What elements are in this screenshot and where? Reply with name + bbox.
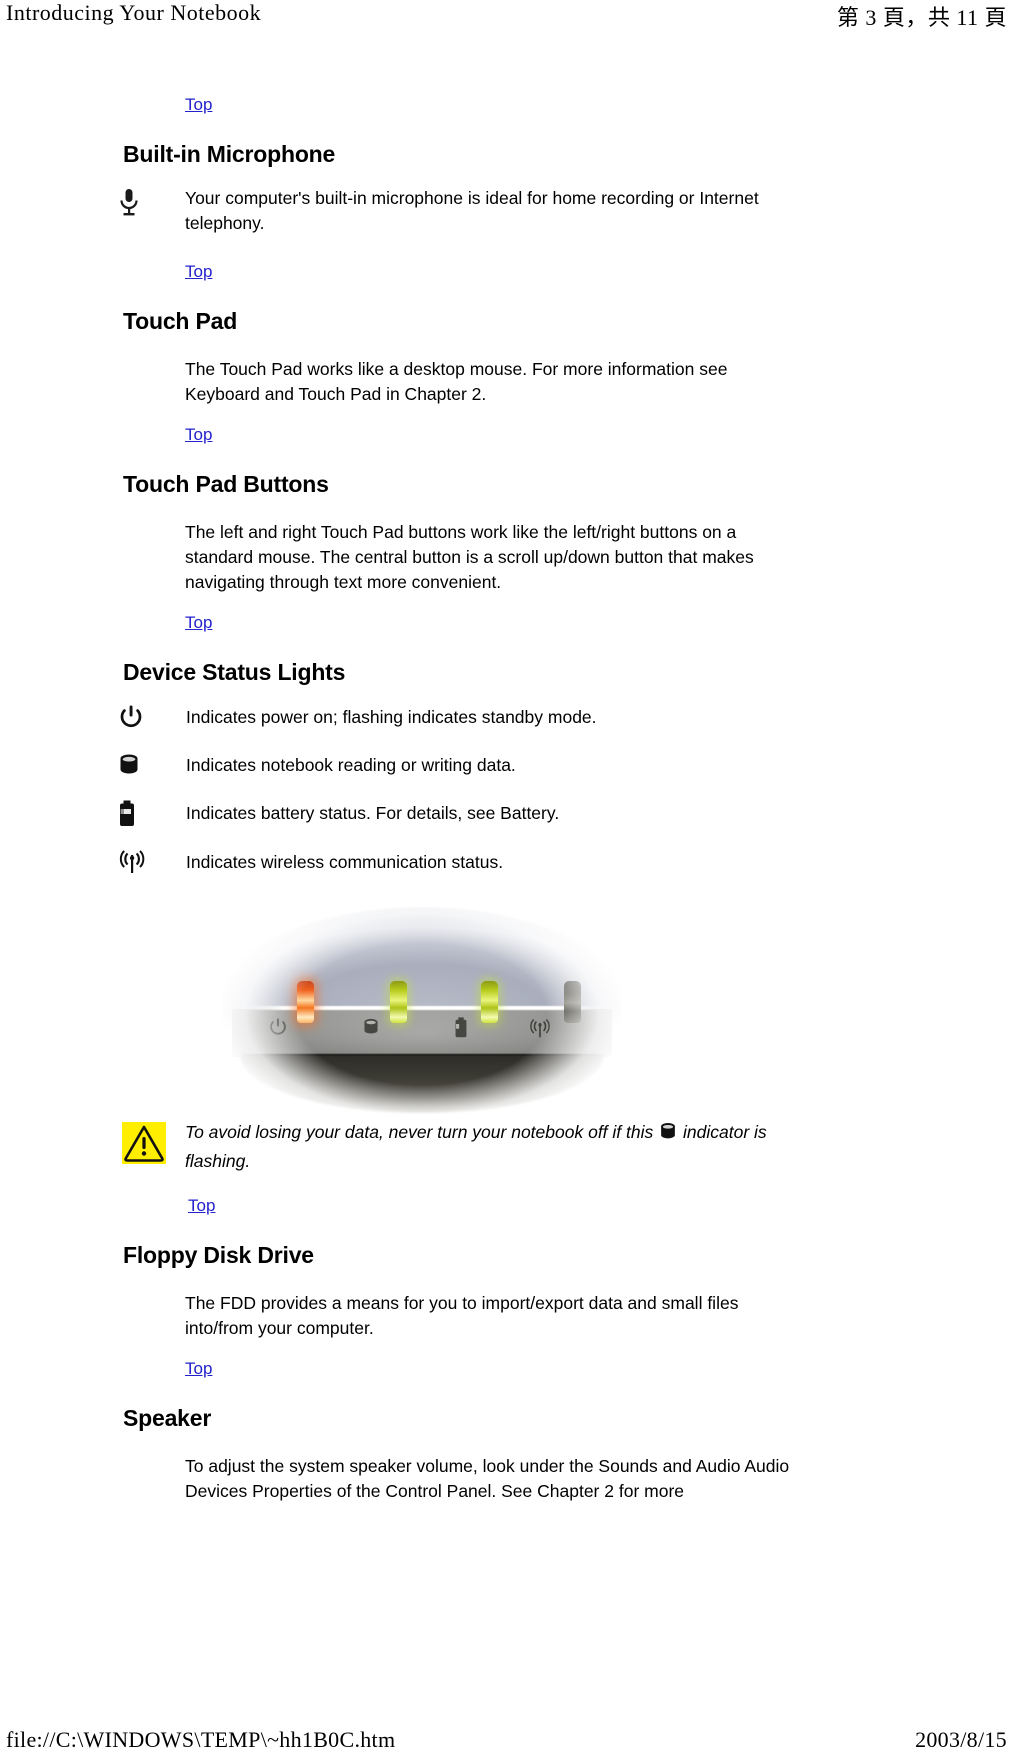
section-heading-floppy-disk-drive: Floppy Disk Drive <box>123 1242 314 1268</box>
hdd-led <box>390 981 407 1023</box>
status-light-row-hdd: Indicates notebook reading or writing da… <box>0 752 1013 778</box>
top-link-row: Top <box>0 95 1013 123</box>
laptop-top-surface <box>222 905 622 1009</box>
section-heading-device-status-lights: Device Status Lights <box>123 659 346 685</box>
top-link[interactable]: Top <box>185 95 212 114</box>
panel-battery-glyph-icon <box>454 1017 468 1043</box>
top-link[interactable]: Top <box>185 425 212 444</box>
page-header-page-info: 第 3 頁，共 11 頁 <box>836 5 1007 30</box>
section-heading-built-in-microphone: Built-in Microphone <box>123 141 336 167</box>
status-lights-figure <box>0 905 1013 1120</box>
hard-disk-icon <box>118 752 186 778</box>
hard-disk-icon <box>659 1121 677 1149</box>
status-light-row-battery: Indicates battery status. For details, s… <box>0 800 1013 827</box>
warning-icon <box>122 1120 185 1164</box>
section-heading-touch-pad-buttons: Touch Pad Buttons <box>123 471 329 497</box>
warning-note-text-before: To avoid losing your data, never turn yo… <box>185 1122 654 1142</box>
status-light-row-wireless: Indicates wireless communication status. <box>0 849 1013 875</box>
top-link[interactable]: Top <box>185 1359 212 1378</box>
speaker-description: To adjust the system speaker volume, loo… <box>185 1456 790 1501</box>
touch-pad-buttons-description: The left and right Touch Pad buttons wor… <box>185 522 754 592</box>
panel-wireless-glyph-icon <box>527 1017 553 1044</box>
panel-power-glyph-icon <box>268 1017 288 1042</box>
status-light-row-power: Indicates power on; flashing indicates s… <box>0 704 1013 730</box>
page-footer: file://C:\WINDOWS\TEMP\~hh1B0C.htm 2003/… <box>0 1720 1013 1760</box>
panel-highlight-line <box>240 1006 604 1010</box>
status-light-battery-text: Indicates battery status. For details, s… <box>186 803 560 823</box>
top-link-row: Top <box>0 425 1013 453</box>
top-link[interactable]: Top <box>188 1196 215 1215</box>
touch-pad-description: The Touch Pad works like a desktop mouse… <box>185 359 728 404</box>
footer-file-path: file://C:\WINDOWS\TEMP\~hh1B0C.htm <box>6 1727 396 1752</box>
page-header-title: Introducing Your Notebook <box>6 0 262 25</box>
power-led <box>297 981 314 1023</box>
warning-note-text: To avoid losing your data, never turn yo… <box>185 1120 1013 1174</box>
document-content: Top Built-in Microphone Your computer's … <box>0 95 1013 1504</box>
status-light-power-text: Indicates power on; flashing indicates s… <box>186 706 597 727</box>
section-heading-speaker: Speaker <box>123 1405 212 1431</box>
battery-led <box>481 981 498 1023</box>
indicator-panel-band <box>232 1009 612 1057</box>
microphone-row: Your computer's built-in microphone is i… <box>0 186 1013 236</box>
power-icon <box>118 704 186 730</box>
page-header: Introducing Your Notebook 第 3 頁，共 11 頁 <box>0 0 1013 34</box>
warning-note: To avoid losing your data, never turn yo… <box>0 1120 1013 1174</box>
microphone-description: Your computer's built-in microphone is i… <box>185 188 759 233</box>
wireless-led <box>564 981 581 1023</box>
microphone-icon <box>118 186 185 218</box>
top-link-row: Top <box>0 613 1013 641</box>
wireless-icon <box>118 849 186 875</box>
top-link-row: Top <box>0 1196 1013 1224</box>
top-link[interactable]: Top <box>185 262 212 281</box>
top-link-row: Top <box>0 1359 1013 1387</box>
status-light-hdd-text: Indicates notebook reading or writing da… <box>186 754 516 775</box>
floppy-disk-drive-description: The FDD provides a means for you to impo… <box>185 1293 739 1338</box>
battery-icon <box>118 800 186 827</box>
laptop-lower-lid <box>240 1055 604 1113</box>
top-link[interactable]: Top <box>185 613 212 632</box>
top-link-row: Top <box>0 262 1013 290</box>
section-heading-touch-pad: Touch Pad <box>123 308 238 334</box>
footer-date: 2003/8/15 <box>915 1727 1007 1752</box>
panel-hdd-glyph-icon <box>362 1017 380 1042</box>
status-lights-photo <box>222 905 622 1115</box>
status-light-wireless-text: Indicates wireless communication status. <box>186 851 504 872</box>
